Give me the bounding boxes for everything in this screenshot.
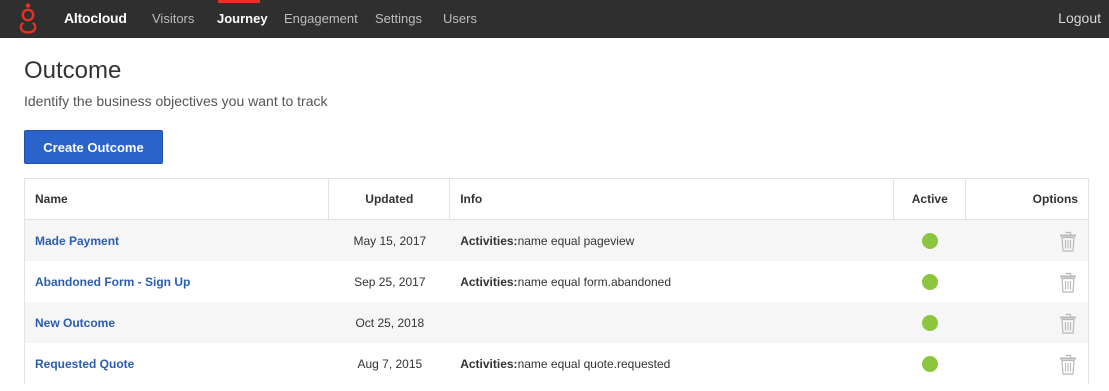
table-row: Requested Quote Aug 7, 2015 Activities: n… [25, 343, 1088, 384]
outcome-table: Name Updated Info Active Options Made Pa… [24, 178, 1089, 384]
info-cell: Activities: name equal form.abandoned [450, 261, 894, 302]
page-title: Outcome [24, 57, 122, 84]
nav-visitors[interactable]: Visitors [152, 11, 194, 26]
genesys-logo-icon[interactable] [18, 3, 38, 35]
info-label: Activities: [460, 356, 518, 371]
active-status-dot[interactable] [922, 273, 939, 290]
outcome-name-link[interactable]: New Outcome [35, 316, 115, 330]
outcome-name-link[interactable]: Abandoned Form - Sign Up [35, 275, 190, 289]
table-row: Abandoned Form - Sign Up Sep 25, 2017 Ac… [25, 261, 1088, 302]
table-row: New Outcome Oct 25, 2018 [25, 302, 1088, 343]
table-header: Name Updated Info Active Options [25, 179, 1088, 220]
column-header-options: Options [1032, 192, 1078, 206]
nav-engagement[interactable]: Engagement [284, 11, 358, 26]
info-value: name equal form.abandoned [517, 274, 672, 289]
column-header-info: Info [450, 179, 895, 219]
column-header-name[interactable]: Name [25, 179, 330, 219]
info-value: name equal quote.requested [517, 356, 671, 371]
updated-date: Oct 25, 2018 [355, 315, 425, 330]
info-cell: Activities: name equal pageview [450, 220, 894, 261]
table-row: Made Payment May 15, 2017 Activities: nam… [25, 220, 1088, 261]
top-navbar: Altocloud Visitors Journey Engagement Se… [0, 0, 1109, 38]
page-subtitle: Identify the business objectives you wan… [24, 93, 328, 109]
outcome-name-link[interactable]: Requested Quote [35, 357, 134, 371]
updated-date: Sep 25, 2017 [354, 274, 426, 289]
updated-date: May 15, 2017 [353, 233, 427, 248]
info-cell [450, 302, 894, 343]
info-label: Activities: [460, 233, 518, 248]
logout-link[interactable]: Logout [1058, 10, 1101, 26]
nav-users[interactable]: Users [443, 11, 477, 26]
active-status-dot[interactable] [922, 355, 939, 372]
nav-journey[interactable]: Journey [217, 11, 268, 26]
trash-icon[interactable] [1059, 230, 1077, 252]
brand-name[interactable]: Altocloud [64, 10, 127, 26]
column-header-updated[interactable]: Updated [329, 179, 451, 219]
create-outcome-button[interactable]: Create Outcome [24, 130, 163, 164]
outcome-name-link[interactable]: Made Payment [35, 234, 119, 248]
info-value: name equal pageview [517, 233, 635, 248]
trash-icon[interactable] [1059, 271, 1077, 293]
trash-icon[interactable] [1059, 353, 1077, 375]
active-nav-indicator [218, 0, 260, 3]
column-header-active: Active [894, 179, 967, 219]
active-status-dot[interactable] [922, 232, 939, 249]
info-label: Activities: [460, 274, 518, 289]
trash-icon[interactable] [1059, 312, 1077, 334]
active-status-dot[interactable] [922, 314, 939, 331]
nav-settings[interactable]: Settings [375, 11, 422, 26]
updated-date: Aug 7, 2015 [357, 356, 423, 371]
info-cell: Activities: name equal quote.requested [450, 343, 894, 384]
